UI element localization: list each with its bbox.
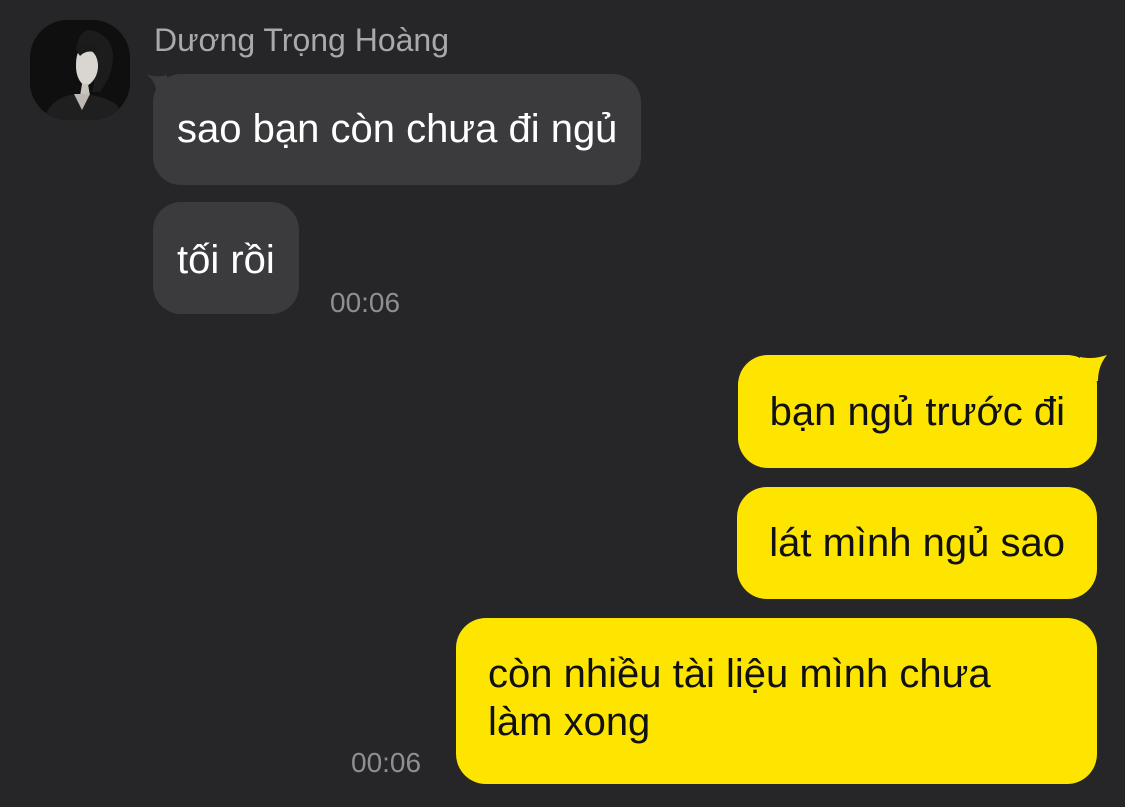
contact-avatar[interactable] [30, 20, 130, 120]
outgoing-message-bubble[interactable]: còn nhiều tài liệu mình chưa làm xong [456, 618, 1097, 784]
avatar-photo-icon [30, 20, 130, 120]
message-text: sao bạn còn chưa đi ngủ [177, 107, 618, 151]
incoming-message-bubble[interactable]: sao bạn còn chưa đi ngủ [153, 74, 642, 185]
message-timestamp: 00:06 [351, 747, 422, 778]
contact-name: Dương Trọng Hoàng [154, 22, 450, 58]
message-text: tối rồi [177, 238, 275, 282]
outgoing-message-bubble[interactable]: bạn ngủ trước đi [737, 355, 1097, 468]
message-text: bạn ngủ trước đi [769, 390, 1065, 434]
outgoing-message-bubble[interactable]: lát mình ngủ sao [737, 487, 1097, 599]
message-text: còn nhiều tài liệu mình chưa làm xong [488, 652, 991, 744]
message-timestamp: 00:06 [330, 287, 401, 318]
incoming-message-bubble[interactable]: tối rồi [153, 202, 299, 314]
message-text: lát mình ngủ sao [769, 521, 1065, 565]
